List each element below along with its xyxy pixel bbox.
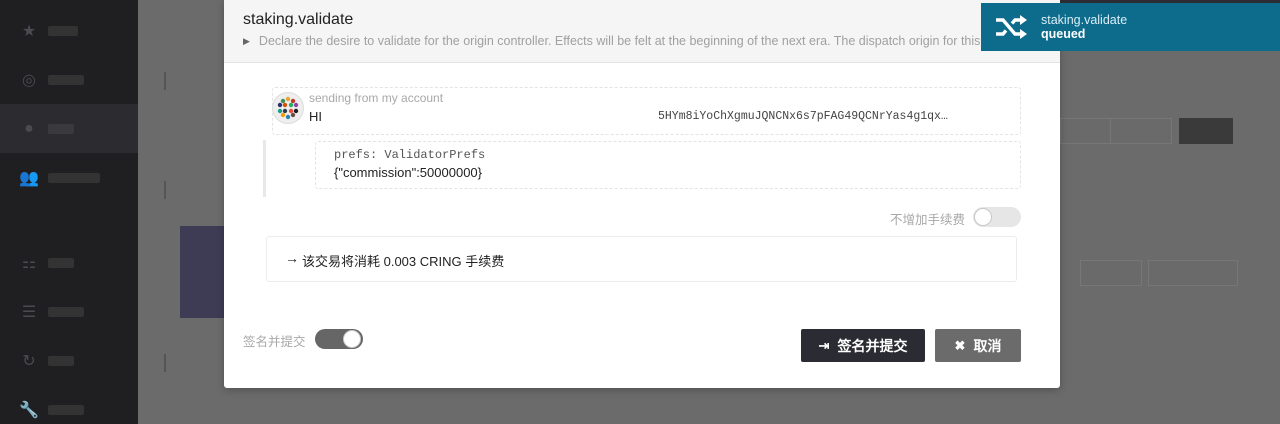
sidebar-item-chainstate[interactable]: ☰ (0, 287, 138, 336)
tip-toggle[interactable] (973, 207, 1021, 227)
account-identicon-icon (272, 92, 304, 124)
modal-description-text: Declare the desire to validate for the o… (258, 34, 1060, 48)
sign-in-icon: ⇥ (818, 337, 830, 353)
param-prefs-value: {"commission":50000000} (334, 165, 482, 180)
sign-and-submit-button[interactable]: ⇥ 签名并提交 (801, 329, 925, 362)
sidebar-blur-label (48, 123, 74, 134)
sidebar-item-settings[interactable]: ◎ (0, 55, 138, 104)
param-prefs-label: prefs: ValidatorPrefs (334, 148, 486, 162)
sidebar-blur-label (48, 306, 84, 317)
toast-text: staking.validate queued (1041, 13, 1127, 41)
expand-triangle-icon[interactable]: ▶ (243, 36, 250, 47)
sidebar-blur-label (48, 172, 100, 183)
sidebar-item-users[interactable]: 👥 (0, 153, 138, 202)
target-icon: ◎ (22, 71, 36, 89)
refresh-icon: ↻ (22, 352, 36, 370)
dot-icon: ● (24, 119, 34, 137)
people-icon: ⚏ (21, 254, 37, 272)
sidebar-item-star[interactable]: ★ (0, 6, 138, 55)
sign-toggle-knob (343, 330, 361, 348)
cancel-label: 取消 (973, 337, 1002, 354)
bg-section-bar (164, 354, 166, 372)
close-icon: ✖ (954, 337, 966, 353)
tip-toggle-label: 不增加手续费 (890, 213, 966, 227)
sidebar-item-extrinsics[interactable]: ↻ (0, 336, 138, 385)
status-toast[interactable]: staking.validate queued (981, 3, 1280, 51)
database-icon: ☰ (21, 303, 37, 321)
users-icon: 👥 (19, 169, 39, 187)
sign-toggle-label: 签名并提交 (243, 335, 306, 349)
toast-method: staking.validate (1041, 13, 1128, 27)
sidebar-blur-label (48, 74, 84, 85)
modal-description[interactable]: ▶ Declare the desire to validate for the… (243, 34, 1060, 48)
cancel-button[interactable]: ✖ 取消 (935, 329, 1021, 362)
sidebar-item-active[interactable]: ● (0, 104, 138, 153)
bg-button (1110, 118, 1172, 144)
star-icon: ★ (21, 22, 37, 40)
sidebar-blur-label (48, 404, 84, 415)
account-label: sending from my account (309, 91, 444, 105)
arrow-right-icon: → (285, 250, 299, 266)
bg-button (1080, 260, 1142, 286)
shuffle-icon (981, 14, 1041, 40)
extrinsic-modal: staking.validate ▶ Declare the desire to… (224, 0, 1060, 388)
bg-power-card (180, 226, 226, 318)
tip-toggle-knob (974, 208, 992, 226)
bg-button (1148, 260, 1238, 286)
wrench-icon: 🔧 (19, 401, 39, 419)
shuffle-graphic (996, 15, 1027, 39)
account-address: 5HYm8iYoChXgmuJQNCNx6s7pFAG49QCNrYas4g1q… (658, 110, 948, 123)
identicon-graphic (277, 96, 299, 120)
bg-button (1179, 118, 1233, 144)
toast-status: queued (1041, 27, 1086, 41)
bg-section-bar (164, 181, 166, 199)
sidebar-blur-label (48, 25, 78, 36)
sidebar-item-toolbox[interactable]: 🔧 (0, 385, 138, 424)
sidebar-blur-label (48, 257, 74, 268)
sidebar-blur-label (48, 355, 74, 366)
sign-toggle[interactable] (315, 329, 363, 349)
param-indent-bar (263, 140, 266, 197)
sign-and-submit-label: 签名并提交 (837, 337, 908, 354)
modal-title: staking.validate (243, 11, 354, 28)
modal-header: staking.validate ▶ Declare the desire to… (224, 0, 1060, 63)
account-name: HI (309, 109, 322, 124)
sidebar: ★ ◎ ● 👥 ⚏ ☰ ↻ 🔧 (0, 0, 138, 424)
fee-info-text: 该交易将消耗 0.003 CRING 手续费 (302, 254, 505, 269)
bg-section-bar (164, 72, 166, 90)
sidebar-item-governance[interactable]: ⚏ (0, 238, 138, 287)
